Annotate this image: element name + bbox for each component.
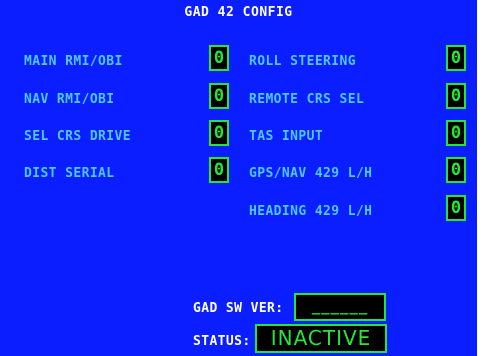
page-title: GAD 42 CONFIG: [184, 5, 293, 20]
label-tas-input: TAS INPUT: [249, 129, 324, 144]
value-nav-rmi-obi[interactable]: 0: [209, 83, 229, 109]
value-main-rmi-obi[interactable]: 0: [209, 45, 229, 71]
label-heading-429: HEADING 429 L/H: [249, 204, 373, 219]
status-value: INACTIVE: [255, 324, 387, 353]
gad42-config-screen: GAD 42 CONFIG MAIN RMI/OBI 0 NAV RMI/OBI…: [0, 0, 477, 356]
value-gps-nav-429[interactable]: 0: [446, 157, 466, 183]
value-dist-serial[interactable]: 0: [209, 157, 229, 183]
label-nav-rmi-obi: NAV RMI/OBI: [24, 92, 115, 107]
status-label: STATUS:: [193, 334, 251, 349]
label-remote-crs-sel: REMOTE CRS SEL: [249, 92, 365, 107]
value-tas-input[interactable]: 0: [446, 120, 466, 146]
value-remote-crs-sel[interactable]: 0: [446, 83, 466, 109]
label-dist-serial: DIST SERIAL: [24, 166, 115, 181]
label-sel-crs-drive: SEL CRS DRIVE: [24, 129, 131, 144]
sw-version-label: GAD SW VER:: [193, 301, 284, 316]
label-roll-steering: ROLL STEERING: [249, 54, 356, 69]
label-gps-nav-429: GPS/NAV 429 L/H: [249, 166, 373, 181]
label-main-rmi-obi: MAIN RMI/OBI: [24, 54, 123, 69]
value-heading-429[interactable]: 0: [446, 195, 466, 221]
sw-version-value: ______: [294, 293, 386, 321]
value-roll-steering[interactable]: 0: [446, 45, 466, 71]
value-sel-crs-drive[interactable]: 0: [209, 120, 229, 146]
